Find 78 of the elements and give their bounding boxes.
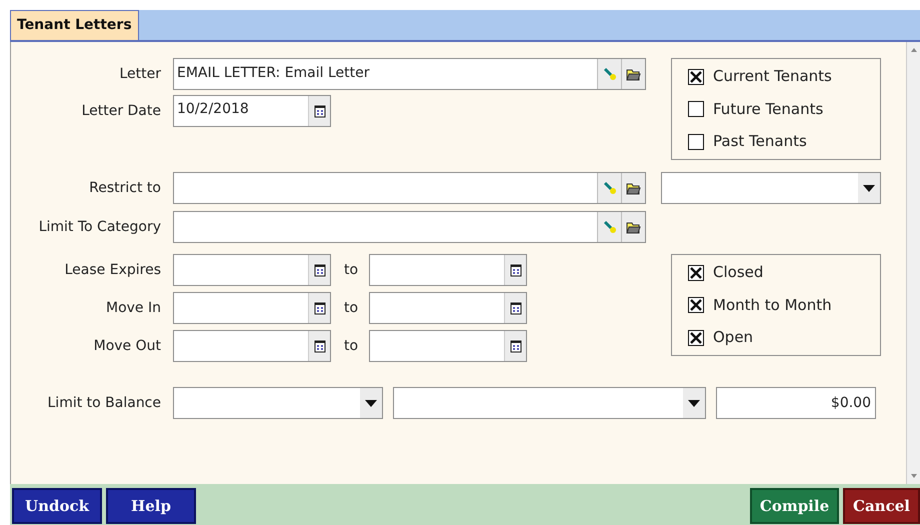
field-label: Restrict to	[88, 178, 161, 198]
x-mark-icon	[690, 70, 702, 82]
range-separator: to	[343, 260, 360, 280]
folder-icon	[626, 182, 641, 194]
pin-icon	[602, 181, 616, 195]
tab[interactable]: Tenant Letters	[10, 10, 139, 40]
field-label: Move In	[105, 298, 161, 318]
dropdown[interactable]	[393, 387, 706, 419]
calendar-button[interactable]	[308, 331, 330, 361]
checkbox[interactable]	[688, 330, 704, 346]
calendar-button[interactable]	[504, 293, 526, 323]
checkbox-label[interactable]: Open	[713, 326, 754, 349]
calendar-icon	[314, 302, 326, 314]
field-label: Lease Expires	[64, 260, 161, 280]
checkbox[interactable]	[688, 101, 704, 117]
field-label: Limit to Balance	[46, 394, 161, 412]
checkbox-label[interactable]: Past Tenants	[713, 130, 807, 153]
calendar-button[interactable]	[308, 293, 330, 323]
date-field[interactable]	[173, 330, 331, 362]
calendar-icon	[314, 104, 326, 118]
checkbox-label[interactable]: Future Tenants	[713, 98, 824, 120]
lookup-field[interactable]	[173, 172, 646, 204]
browse-button[interactable]	[621, 212, 645, 242]
lookup-field[interactable]	[173, 211, 646, 243]
caret-icon	[365, 400, 377, 406]
field-label: Letter Date	[80, 102, 161, 120]
footer-button[interactable]: Undock	[12, 488, 102, 524]
checkbox-label[interactable]: Month to Month	[713, 294, 832, 316]
lookup-field[interactable]: EMAIL LETTER: Email Letter	[173, 58, 646, 90]
browse-button[interactable]	[621, 59, 645, 89]
folder-icon	[626, 68, 641, 80]
folder-icon	[626, 220, 641, 234]
range-separator: to	[343, 336, 360, 356]
lookup-button[interactable]	[597, 59, 621, 89]
checkbox[interactable]	[688, 297, 704, 313]
scrollbar[interactable]	[906, 42, 920, 484]
calendar-button[interactable]	[308, 96, 330, 126]
calendar-icon	[314, 340, 326, 352]
date-field[interactable]	[369, 330, 527, 362]
date-field[interactable]	[173, 292, 331, 324]
calendar-icon	[510, 340, 522, 352]
pin-icon	[602, 67, 616, 81]
scroll-up-icon[interactable]	[910, 48, 916, 52]
checkbox[interactable]	[688, 68, 704, 84]
date-field[interactable]: 10/2/2018	[173, 95, 331, 127]
calendar-icon	[510, 302, 522, 314]
lookup-button[interactable]	[597, 212, 621, 242]
lookup-button[interactable]	[597, 173, 621, 203]
footer-button[interactable]: Cancel	[843, 488, 920, 524]
scroll-down-icon[interactable]	[910, 474, 916, 478]
x-mark-icon	[690, 266, 702, 278]
pin-icon	[602, 220, 616, 234]
dropdown[interactable]	[661, 172, 881, 204]
caret-icon	[688, 400, 700, 406]
field-label: Limit To Category	[38, 218, 161, 236]
field-label: Move Out	[92, 336, 161, 356]
date-field[interactable]	[173, 254, 331, 286]
calendar-button[interactable]	[308, 255, 330, 285]
footer-button[interactable]: Help	[106, 488, 196, 524]
calendar-icon	[510, 264, 522, 276]
amount-field[interactable]: $0.00	[716, 387, 876, 419]
range-separator: to	[343, 298, 360, 318]
checkbox-label[interactable]: Current Tenants	[713, 65, 832, 88]
browse-button[interactable]	[621, 173, 645, 203]
date-field[interactable]	[369, 292, 527, 324]
date-field[interactable]	[369, 254, 527, 286]
calendar-button[interactable]	[504, 331, 526, 361]
caret-icon	[863, 184, 875, 192]
checkbox[interactable]	[688, 134, 704, 150]
x-mark-icon	[690, 299, 702, 311]
checkbox[interactable]	[688, 264, 704, 280]
dropdown[interactable]	[173, 387, 383, 419]
calendar-button[interactable]	[504, 255, 526, 285]
checkbox-label[interactable]: Closed	[713, 261, 764, 284]
calendar-icon	[314, 264, 326, 276]
field-label: Letter	[118, 64, 161, 84]
footer-button[interactable]: Compile	[750, 488, 839, 524]
x-mark-icon	[690, 332, 702, 344]
